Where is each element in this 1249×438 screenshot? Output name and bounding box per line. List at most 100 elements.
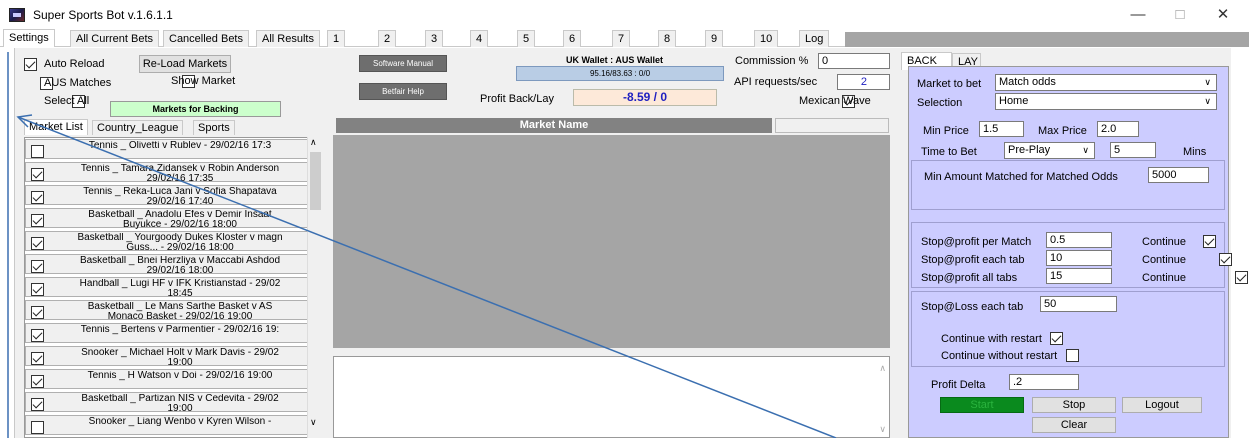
market-row[interactable]: Basketball _ Anadolu Efes v Demir Insaat…: [25, 208, 310, 230]
market-row-label: Tennis _ Tamara Zidansek v Robin Anderso…: [80, 164, 280, 184]
stop-profit-all-input[interactable]: 15: [1046, 268, 1112, 284]
market-row-label: Snooker _ Liang Wenbo v Kyren Wilson -: [88, 417, 272, 427]
market-row-checkbox[interactable]: [31, 214, 44, 227]
min-price-label: Min Price: [923, 125, 969, 137]
scroll-down-icon[interactable]: ∨: [310, 417, 317, 428]
scroll-thumb[interactable]: [310, 152, 321, 210]
market-row[interactable]: Snooker _ Liang Wenbo v Kyren Wilson -: [25, 415, 310, 435]
market-row-checkbox[interactable]: [31, 329, 44, 342]
logout-button[interactable]: Logout: [1122, 397, 1202, 413]
tab-4[interactable]: 4: [470, 30, 489, 47]
profit-delta-input[interactable]: .2: [1009, 374, 1079, 390]
continue-all-checkbox[interactable]: [1235, 271, 1249, 284]
selection-select[interactable]: Home: [995, 93, 1217, 110]
market-row-checkbox[interactable]: [31, 191, 44, 204]
market-row-label: Basketball _ Partizan NIS v Cedevita - 2…: [81, 394, 279, 414]
tab-10[interactable]: 10: [754, 30, 779, 47]
market-to-bet-select[interactable]: Match odds: [995, 74, 1217, 91]
show-market-label: Show Market: [171, 75, 236, 87]
tab-7[interactable]: 7: [612, 30, 631, 47]
market-row-checkbox[interactable]: [31, 375, 44, 388]
continue-match-checkbox[interactable]: [1203, 235, 1217, 248]
subtab-country-league[interactable]: Country_League: [92, 120, 184, 135]
log-textbox[interactable]: ∧ ∨: [333, 356, 890, 438]
market-row-checkbox[interactable]: [31, 283, 44, 296]
stop-profit-tab-input[interactable]: 10: [1046, 250, 1112, 266]
scroll-up-icon[interactable]: ∧: [310, 137, 317, 148]
market-row[interactable]: Tennis _ Olivetti v Rublev - 29/02/16 17…: [25, 139, 310, 159]
tab-all-results[interactable]: All Results: [256, 30, 320, 47]
window-title: Super Sports Bot v.1.6.1.1: [33, 8, 173, 22]
betfair-help-button[interactable]: Betfair Help: [359, 83, 447, 100]
tab-2[interactable]: 2: [378, 30, 397, 47]
max-price-input[interactable]: 2.0: [1097, 121, 1139, 137]
market-name-header-extra: [775, 118, 889, 133]
time-to-bet-select[interactable]: Pre-Play: [1004, 142, 1095, 159]
markets-for-backing-label: Markets for Backing: [110, 101, 281, 117]
market-row[interactable]: Tennis _ H Watson v Doi - 29/02/16 19:00: [25, 369, 310, 389]
app-icon: [9, 8, 25, 22]
tab-log[interactable]: Log: [799, 30, 830, 47]
market-row[interactable]: Basketball _ Bnei Herzliya v Maccabi Ash…: [25, 254, 310, 276]
market-row-checkbox[interactable]: [31, 260, 44, 273]
continue-tab-checkbox[interactable]: [1219, 253, 1233, 266]
log-scroll-up-icon[interactable]: ∧: [879, 363, 886, 374]
maximize-button[interactable]: □: [1170, 6, 1190, 24]
market-list-scrollbar[interactable]: ∧ ∨: [307, 137, 322, 438]
wallet-title: UK Wallet : AUS Wallet: [566, 55, 664, 65]
market-to-bet-label: Market to bet: [917, 78, 982, 90]
tab-all-current-bets[interactable]: All Current Bets: [70, 30, 160, 47]
market-row-checkbox[interactable]: [31, 306, 44, 319]
market-row[interactable]: Tennis _ Bertens v Parmentier - 29/02/16…: [25, 323, 310, 343]
stop-button[interactable]: Stop: [1032, 397, 1116, 413]
market-row[interactable]: Basketball _ Yourgoody Dukes Kloster v m…: [25, 231, 310, 253]
clear-button[interactable]: Clear: [1032, 417, 1116, 433]
market-row[interactable]: Basketball _ Le Mans Sarthe Basket v AS …: [25, 300, 310, 322]
market-detail-pane: [333, 135, 890, 348]
market-row-checkbox[interactable]: [31, 168, 44, 181]
tab-3[interactable]: 3: [425, 30, 444, 47]
market-row[interactable]: Snooker _ Michael Holt v Mark Davis - 29…: [25, 346, 310, 368]
wallet-value: 95.16/83.63 : 0/0: [516, 66, 724, 81]
subtab-market-list[interactable]: Market List: [24, 119, 88, 135]
time-to-bet-mins-input[interactable]: 5: [1110, 142, 1156, 158]
tab-8[interactable]: 8: [658, 30, 677, 47]
log-scroll-down-icon[interactable]: ∨: [879, 424, 886, 435]
market-row-checkbox[interactable]: [31, 398, 44, 411]
continue-restart-checkbox[interactable]: [1049, 332, 1063, 345]
tab-1[interactable]: 1: [327, 30, 346, 47]
market-row[interactable]: Tennis _ Tamara Zidansek v Robin Anderso…: [25, 162, 310, 184]
profit-delta-label: Profit Delta: [931, 379, 986, 391]
market-row[interactable]: Handball _ Lugi HF v IFK Kristianstad - …: [25, 277, 310, 299]
market-row[interactable]: Tennis _ Reka-Luca Jani v Sofia Shapatav…: [25, 185, 310, 207]
continue-match-label: Continue: [1142, 236, 1187, 248]
profit-back-lay-label: Profit Back/Lay: [480, 93, 554, 105]
min-price-input[interactable]: 1.5: [979, 121, 1024, 137]
tab-cancelled-bets[interactable]: Cancelled Bets: [163, 30, 249, 47]
tab-6[interactable]: 6: [563, 30, 582, 47]
market-row-checkbox[interactable]: [31, 421, 44, 434]
subtab-sports[interactable]: Sports: [193, 120, 235, 135]
min-amount-input[interactable]: 5000: [1148, 167, 1209, 183]
market-row-checkbox[interactable]: [31, 237, 44, 250]
start-button[interactable]: Start: [940, 397, 1024, 413]
api-requests-input[interactable]: 2: [837, 74, 890, 90]
auto-reload-label: Auto Reload: [44, 58, 105, 70]
continue-all-label: Continue: [1142, 272, 1187, 284]
tab-5[interactable]: 5: [517, 30, 536, 47]
market-row-checkbox[interactable]: [31, 352, 44, 365]
commission-input[interactable]: 0: [818, 53, 890, 69]
tab-9[interactable]: 9: [705, 30, 724, 47]
minimize-button[interactable]: —: [1128, 6, 1148, 24]
market-list: Tennis _ Olivetti v Rublev - 29/02/16 17…: [24, 137, 322, 438]
auto-reload-checkbox[interactable]: [24, 58, 37, 71]
stop-profit-match-input[interactable]: 0.5: [1046, 232, 1112, 248]
software-manual-button[interactable]: Software Manual: [359, 55, 447, 72]
tab-settings[interactable]: Settings: [3, 29, 55, 47]
market-row[interactable]: Basketball _ Partizan NIS v Cedevita - 2…: [25, 392, 310, 414]
market-row-checkbox[interactable]: [31, 145, 44, 158]
close-button[interactable]: ✕: [1213, 6, 1233, 24]
continue-no-restart-checkbox[interactable]: [1065, 349, 1079, 362]
reload-markets-button[interactable]: Re-Load Markets: [139, 55, 231, 73]
stop-loss-input[interactable]: 50: [1040, 296, 1117, 312]
